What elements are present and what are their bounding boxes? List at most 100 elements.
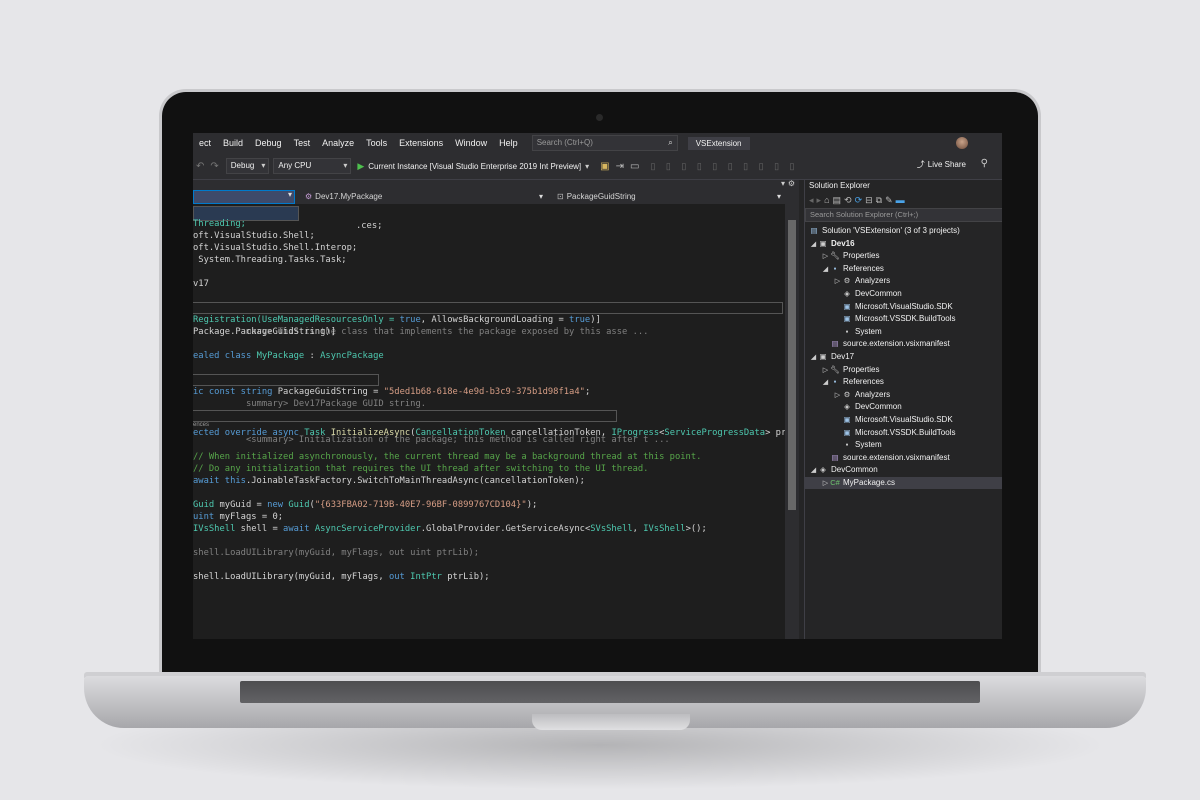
tree-item[interactable]: ▷ ⚙ Analyzers (805, 275, 1002, 288)
configuration-select[interactable]: Debug (225, 158, 270, 174)
code-line: ected override async Task InitializeAsyn… (193, 428, 787, 438)
assembly-icon: ▪ (845, 326, 849, 336)
tree-item[interactable]: ▣ Microsoft.VisualStudio.SDK (805, 301, 1002, 314)
type-nav-dropdown[interactable]: ⚙ Dev17.MyPackage (305, 191, 545, 203)
search-icon[interactable]: ⌕ (668, 136, 672, 150)
analyzer-icon: ⚙ (843, 276, 851, 286)
tree-item-selected[interactable]: ▷ C# MyPackage.cs (805, 476, 1002, 491)
avatar[interactable] (956, 137, 968, 149)
code-area[interactable]: .ces; Threading; oft.VisualStudio.Shell;… (193, 206, 787, 582)
references-icon: ▪ (833, 263, 837, 273)
code-line: oft.VisualStudio.Shell; (193, 231, 315, 241)
code-line: System.Threading.Tasks.Task; (193, 255, 347, 265)
code-line: uint myFlags = 0; (193, 512, 284, 522)
shared-project-icon: ◈ (844, 402, 850, 412)
tree-item[interactable]: ◢ ▪ References (805, 376, 1002, 389)
preview-icon[interactable]: ▬ (896, 195, 908, 205)
tree-solution[interactable]: ▤ Solution 'VSExtension' (3 of 3 projects… (805, 225, 1002, 238)
tree-project-dev16[interactable]: ◢ ▣ Dev16 (805, 238, 1002, 251)
dropdown-icon[interactable]: ▾ (781, 180, 785, 188)
tree-item[interactable]: ▷ 🔧︎ Properties (805, 250, 1002, 263)
code-line: IVsShell shell = await AsyncServiceProvi… (193, 524, 707, 534)
collapsed-region-box[interactable] (193, 302, 783, 314)
search-input[interactable]: Search (Ctrl+Q) ⌕ (531, 135, 678, 151)
class-icon: ⚙ (305, 192, 313, 201)
references-icon: ▪ (833, 377, 837, 387)
code-line: shell.LoadUILibrary(myGuid, myFlags, out… (193, 572, 490, 582)
collapsed-region-box[interactable] (193, 374, 379, 386)
shared-project-icon: ◈ (844, 288, 850, 298)
navigation-bar: ⚙Dev17.MyPackage ⊡PackageGuidString (193, 190, 785, 204)
redo-icon[interactable]: ↷ (207, 161, 221, 172)
switch-views-icon[interactable]: ▤ (833, 195, 845, 205)
copy-icon[interactable]: ⧉ (876, 195, 885, 205)
tree-item[interactable]: ▷ ⚙ Analyzers (805, 389, 1002, 402)
folder-icon[interactable]: ▣ (597, 161, 612, 172)
tree-item[interactable]: ◈ DevCommon (805, 401, 1002, 414)
csharp-project-icon: ▣ (819, 238, 827, 248)
solution-explorer-title: Solution Explorer (809, 181, 870, 190)
tree-item[interactable]: ▪ System (805, 326, 1002, 339)
menu-analyze[interactable]: Analyze (316, 138, 360, 148)
collapse-all-icon[interactable]: ⊟ (865, 195, 876, 205)
tree-project-devcommon[interactable]: ◢ ◈ DevCommon (805, 464, 1002, 477)
platform-select[interactable]: Any CPU (273, 158, 352, 174)
play-icon: ▶ (357, 160, 365, 171)
wrench-icon[interactable]: ✎ (885, 195, 896, 205)
menu-bar: ect Build Debug Test Analyze Tools Exten… (193, 133, 1002, 153)
keyboard-edge (240, 681, 980, 703)
member-nav-dropdown[interactable]: ⊡ PackageGuidString (557, 191, 783, 203)
start-debugging-button[interactable]: ▶ Current Instance [Visual Studio Enterp… (357, 161, 589, 172)
solution-explorer-toolbar: ◂▸⌂▤⟲⟳⊟⧉✎▬ (805, 192, 1002, 208)
code-line: Guid myGuid = new Guid("{633FBA02-719B-4… (193, 500, 538, 510)
refresh-icon[interactable]: ⟳ (855, 195, 866, 205)
expand-arrow-icon[interactable]: ▷ (821, 478, 830, 491)
solution-explorer-search-input[interactable]: Search Solution Explorer (Ctrl+;) (805, 208, 1002, 222)
forward-icon[interactable]: ▸ (817, 195, 825, 205)
menu-test[interactable]: Test (288, 138, 317, 148)
disabled-toolbar-icons: ▯ ▯ ▯ ▯ ▯ ▯ ▯ ▯ ▯ ▯ (650, 160, 799, 171)
webcam (596, 114, 603, 121)
editor-scrollbar[interactable] (785, 190, 799, 639)
package-icon: ▣ (843, 314, 851, 324)
tree-item[interactable]: ▣ Microsoft.VSSDK.BuildTools (805, 313, 1002, 326)
tree-item[interactable]: ◈ DevCommon (805, 288, 1002, 301)
code-editor[interactable]: ▾ ⚙ ⚙Dev17.MyPackage ⊡PackageGuidString … (193, 180, 799, 639)
toggle-icon[interactable]: ▭ (627, 161, 642, 172)
package-icon: ▣ (843, 427, 851, 437)
home-icon[interactable]: ⌂ (824, 195, 832, 205)
menu-build[interactable]: Build (217, 138, 249, 148)
shared-project-icon: ◈ (820, 465, 826, 475)
menu-debug[interactable]: Debug (249, 138, 288, 148)
tree-item[interactable]: ◢ ▪ References (805, 263, 1002, 276)
menu-window[interactable]: Window (449, 138, 493, 148)
scrollbar-thumb[interactable] (788, 220, 796, 510)
menu-project[interactable]: ect (193, 138, 217, 148)
wrench-icon: 🔧︎ (830, 251, 840, 261)
analyzer-icon: ⚙ (843, 389, 851, 399)
tree-item[interactable]: ▤ source.extension.vsixmanifest (805, 338, 1002, 351)
people-icon[interactable]: ⚲ (981, 158, 988, 169)
history-icon[interactable]: ⟲ (844, 195, 855, 205)
menu-tools[interactable]: Tools (360, 138, 393, 148)
gear-icon[interactable]: ⚙ (788, 180, 795, 188)
solution-icon: ▤ (810, 226, 818, 235)
collapsed-region-box[interactable] (193, 410, 617, 422)
back-icon[interactable]: ◂ (809, 195, 817, 205)
tree-item[interactable]: ▷ 🔧︎ Properties (805, 364, 1002, 377)
project-nav-dropdown[interactable] (193, 190, 295, 204)
tree-project-dev17[interactable]: ◢ ▣ Dev17 (805, 351, 1002, 364)
menu-help[interactable]: Help (493, 138, 524, 148)
tree-item[interactable]: ▣ Microsoft.VisualStudio.SDK (805, 414, 1002, 427)
menu-extensions[interactable]: Extensions (393, 138, 449, 148)
csharp-project-icon: ▣ (819, 351, 827, 361)
live-share-button[interactable]: ⤴ Live Share (917, 159, 966, 170)
member-nav-label: PackageGuidString (566, 192, 636, 201)
editor-tab-strip: ▾ ⚙ (193, 180, 799, 190)
step-icon[interactable]: ⇥ (613, 161, 627, 172)
tree-item[interactable]: ▣ Microsoft.VSSDK.BuildTools (805, 427, 1002, 440)
undo-icon[interactable]: ↶ (193, 161, 207, 172)
tree-item[interactable]: ▤ source.extension.vsixmanifest (805, 452, 1002, 465)
chevron-down-icon[interactable]: ▾ (585, 162, 589, 171)
tree-item[interactable]: ▪ System (805, 439, 1002, 452)
